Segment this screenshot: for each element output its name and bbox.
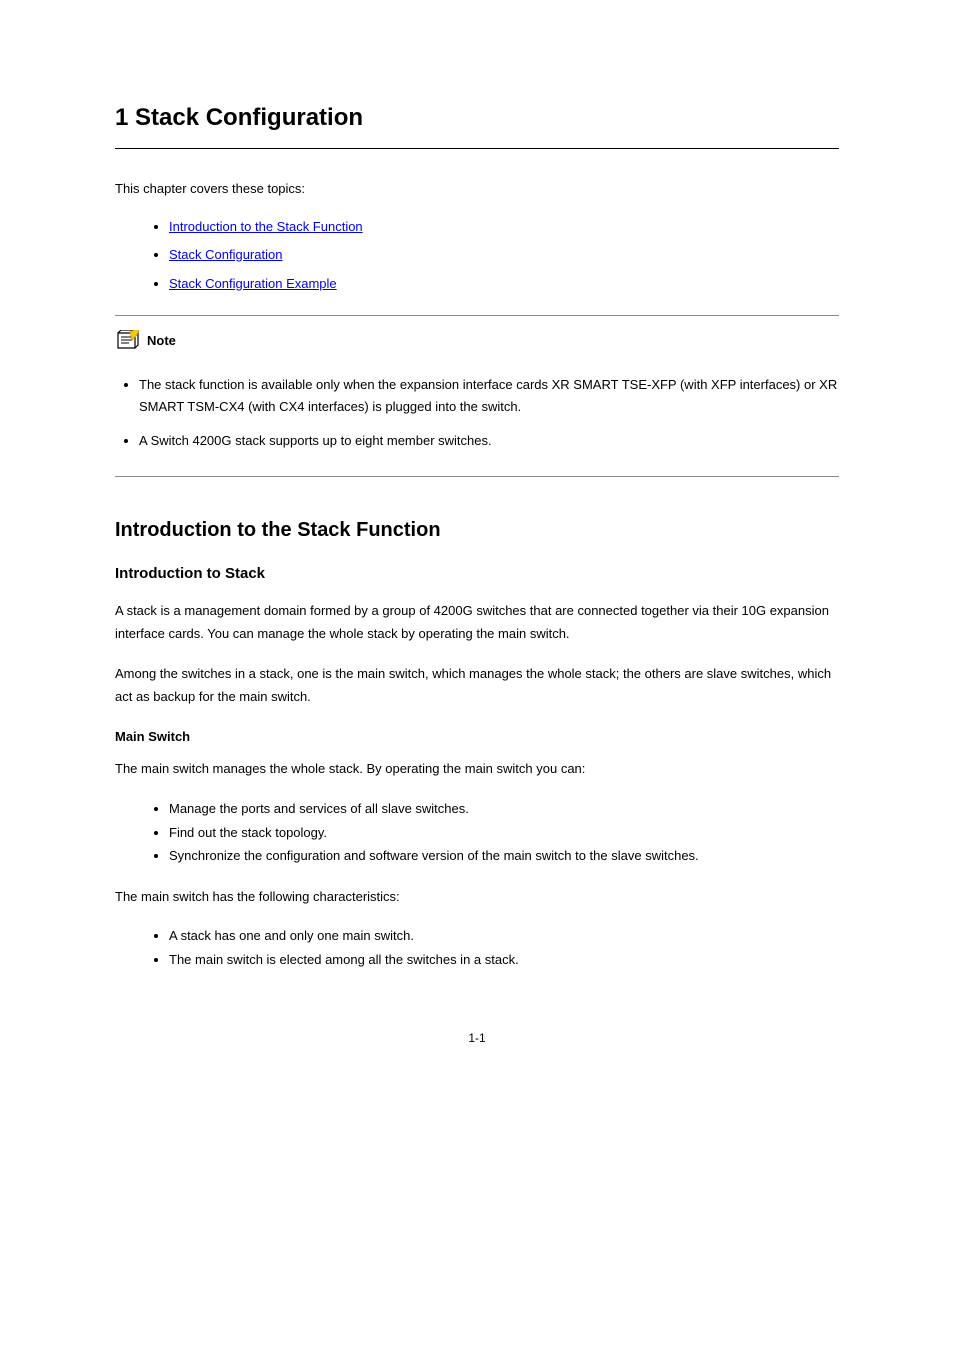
note-item: A Switch 4200G stack supports up to eigh… xyxy=(139,430,839,452)
note-list: The stack function is available only whe… xyxy=(115,374,839,452)
bullet-list: A stack has one and only one main switch… xyxy=(115,926,839,969)
paragraph: Among the switches in a stack, one is th… xyxy=(115,663,839,709)
note-header: Note xyxy=(115,330,839,352)
list-item: Synchronize the configuration and softwa… xyxy=(169,846,839,866)
paragraph: The main switch manages the whole stack.… xyxy=(115,758,839,781)
page-number: 1-1 xyxy=(115,1029,839,1047)
toc-link-intro[interactable]: Introduction to the Stack Function xyxy=(169,219,363,234)
list-item: Find out the stack topology. xyxy=(169,823,839,843)
note-label: Note xyxy=(147,331,176,351)
bullet-list: Manage the ports and services of all sla… xyxy=(115,799,839,866)
paragraph: The main switch has the following charac… xyxy=(115,886,839,909)
subsection-heading-intro-stack: Introduction to Stack xyxy=(115,563,839,586)
chapter-title: 1 Stack Configuration xyxy=(115,100,839,136)
list-item: The main switch is elected among all the… xyxy=(169,950,839,970)
list-item: A stack has one and only one main switch… xyxy=(169,926,839,946)
note-icon xyxy=(115,330,141,352)
note-box: Note The stack function is available onl… xyxy=(115,315,839,477)
toc-link-config[interactable]: Stack Configuration xyxy=(169,247,282,262)
toc-link-list: Introduction to the Stack Function Stack… xyxy=(115,217,839,294)
horizontal-rule xyxy=(115,148,839,149)
note-item: The stack function is available only whe… xyxy=(139,374,839,418)
toc-link-example[interactable]: Stack Configuration Example xyxy=(169,276,337,291)
intro-text: This chapter covers these topics: xyxy=(115,179,839,199)
section-heading-intro: Introduction to the Stack Function xyxy=(115,515,839,545)
list-item: Manage the ports and services of all sla… xyxy=(169,799,839,819)
subsection-heading-main-switch: Main Switch xyxy=(115,727,839,747)
paragraph: A stack is a management domain formed by… xyxy=(115,600,839,646)
